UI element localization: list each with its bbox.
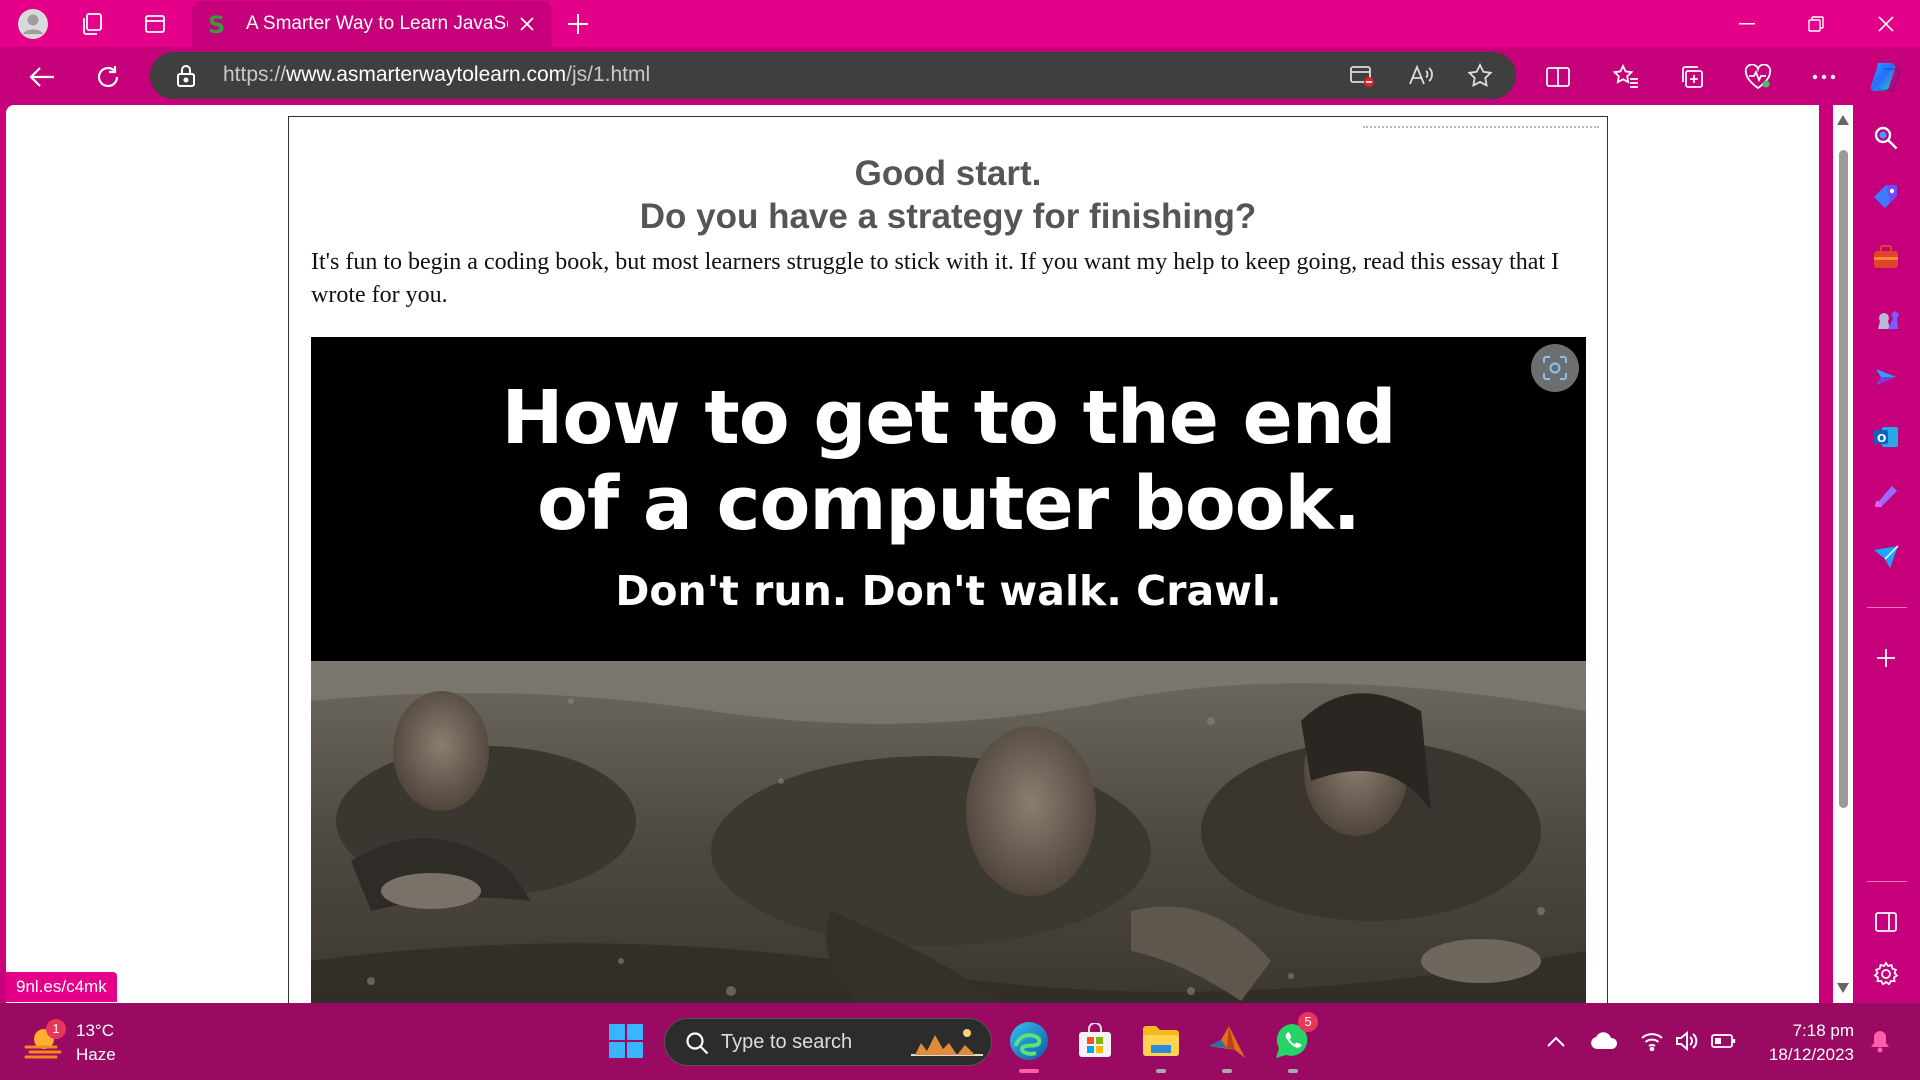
intro-paragraph: It's fun to begin a coding book, but mos… (311, 249, 1560, 308)
whatsapp-notification-badge: 5 (1298, 1012, 1318, 1032)
running-app-indicator (1222, 1069, 1232, 1073)
matlab-icon (1209, 1026, 1245, 1058)
back-icon[interactable] (22, 57, 62, 97)
copilot-sidebar-icon[interactable] (1869, 360, 1903, 394)
send-drop-icon[interactable] (1869, 540, 1903, 574)
address-bar[interactable]: https://www.asmarterwaytolearn.com/js/1.… (150, 52, 1516, 99)
tools-briefcase-icon[interactable] (1869, 240, 1903, 274)
read-aloud-icon[interactable] (1405, 60, 1437, 92)
site-favicon-icon: S (206, 12, 230, 36)
weather-condition: Haze (76, 1045, 116, 1064)
decorative-dotted-line (1363, 126, 1599, 128)
banner-title: How to get to the end of a computer book… (311, 375, 1586, 547)
active-tab[interactable]: S A Smarter Way to Learn JavaScript (192, 1, 552, 47)
vertical-scrollbar[interactable] (1833, 105, 1853, 1003)
browser-essentials-icon[interactable] (1738, 57, 1778, 97)
page-container: Good start. Do you have a strategy for f… (288, 116, 1608, 1003)
notification-bell-icon[interactable] (1866, 1027, 1894, 1055)
lock-icon[interactable] (176, 64, 196, 88)
add-sidebar-app-icon[interactable] (1869, 641, 1903, 675)
onedrive-icon[interactable] (1590, 1027, 1618, 1055)
shopping-tag-icon[interactable] (1869, 180, 1903, 214)
new-tab-icon[interactable] (562, 8, 594, 40)
tab-title: A Smarter Way to Learn JavaScript (246, 13, 508, 34)
weather-notification-badge: 1 (46, 1019, 66, 1039)
page-viewport: Good start. Do you have a strategy for f… (6, 105, 1819, 1003)
heading-line-2: Do you have a strategy for finishing? (639, 197, 1257, 236)
collections-icon[interactable] (1672, 57, 1712, 97)
svg-text:S: S (208, 12, 225, 36)
more-options-icon[interactable] (1804, 57, 1844, 97)
running-app-indicator (1288, 1069, 1298, 1073)
search-highlight-icon (911, 1029, 983, 1056)
heading-line-1: Good start. (854, 154, 1042, 193)
designer-icon[interactable] (1869, 480, 1903, 514)
hide-sidebar-icon[interactable] (1869, 905, 1903, 939)
banner-title-line-1: How to get to the end (501, 375, 1397, 461)
weather-widget[interactable]: 1 13°C Haze (22, 1019, 132, 1065)
wifi-icon[interactable] (1638, 1027, 1666, 1055)
title-bar: S A Smarter Way to Learn JavaScript (0, 0, 1920, 47)
scroll-down-icon[interactable] (1837, 983, 1849, 995)
page-heading: Good start. Do you have a strategy for f… (289, 152, 1607, 238)
status-bar-link: 9nl.es/c4mk (6, 972, 117, 1002)
visual-search-button[interactable] (1531, 344, 1579, 392)
add-favorite-icon[interactable] (1464, 60, 1496, 92)
taskbar-store[interactable] (1072, 1018, 1118, 1064)
minimize-icon[interactable] (1713, 0, 1781, 47)
essay-banner-image[interactable]: How to get to the end of a computer book… (311, 337, 1586, 1003)
blocked-popup-icon[interactable] (1346, 60, 1378, 92)
taskbar-search-placeholder: Type to search (721, 1031, 853, 1053)
folder-icon (1143, 1026, 1179, 1056)
active-app-indicator (1019, 1069, 1039, 1073)
favorites-icon[interactable] (1606, 57, 1646, 97)
weather-temperature: 13°C (76, 1021, 114, 1040)
taskbar-file-explorer[interactable] (1138, 1018, 1184, 1073)
visual-search-icon (1543, 356, 1567, 380)
sidebar-divider (1867, 881, 1907, 882)
running-app-indicator (1156, 1069, 1166, 1073)
search-icon[interactable] (1869, 121, 1903, 155)
system-clock[interactable]: 7:18 pm 18/12/2023 (1748, 1019, 1854, 1067)
workspaces-icon[interactable] (76, 8, 108, 40)
sidebar-divider (1867, 607, 1907, 608)
scroll-up-icon[interactable] (1837, 115, 1849, 127)
svg-text:O: O (1877, 432, 1886, 445)
edge-browser-icon (1010, 1022, 1048, 1060)
copilot-icon[interactable] (1866, 57, 1906, 97)
mud-crawl-photo (311, 661, 1586, 1003)
taskbar-whatsapp[interactable]: 5 (1270, 1012, 1318, 1073)
search-icon (686, 1032, 709, 1055)
clock-time: 7:18 pm (1792, 1021, 1854, 1040)
games-chess-icon[interactable] (1869, 300, 1903, 334)
close-window-icon[interactable] (1852, 0, 1920, 47)
taskbar-matlab[interactable] (1204, 1018, 1250, 1073)
battery-icon[interactable] (1710, 1027, 1738, 1055)
sidebar-settings-icon[interactable] (1869, 957, 1903, 991)
browser-toolbar: https://www.asmarterwaytolearn.com/js/1.… (0, 47, 1920, 105)
refresh-icon[interactable] (88, 57, 128, 97)
microsoft-store-icon (1079, 1023, 1111, 1057)
taskbar-search-box[interactable]: Type to search (664, 1018, 992, 1066)
show-hidden-icons-icon[interactable] (1542, 1027, 1570, 1055)
close-tab-icon[interactable] (514, 11, 540, 37)
scrollbar-thumb[interactable] (1839, 150, 1848, 808)
split-screen-icon[interactable] (1538, 57, 1578, 97)
outlook-icon[interactable]: O (1869, 420, 1903, 454)
url-text[interactable]: https://www.asmarterwaytolearn.com/js/1.… (223, 63, 650, 87)
banner-title-line-2: of a computer book. (537, 461, 1361, 547)
windows-logo-icon (609, 1024, 643, 1058)
taskbar-edge[interactable] (1006, 1018, 1052, 1073)
banner-subtitle: Don't run. Don't walk. Crawl. (615, 567, 1282, 615)
edge-sidebar: O (1853, 105, 1920, 1003)
volume-icon[interactable] (1672, 1027, 1700, 1055)
clock-date: 18/12/2023 (1768, 1045, 1854, 1064)
profile-avatar-icon[interactable] (17, 8, 49, 40)
windows-taskbar: 1 13°C Haze Type to search 5 7:18 pm 18/… (0, 1003, 1920, 1080)
start-button[interactable] (603, 1018, 649, 1064)
restore-icon[interactable] (1782, 0, 1850, 47)
tab-actions-icon[interactable] (139, 8, 171, 40)
